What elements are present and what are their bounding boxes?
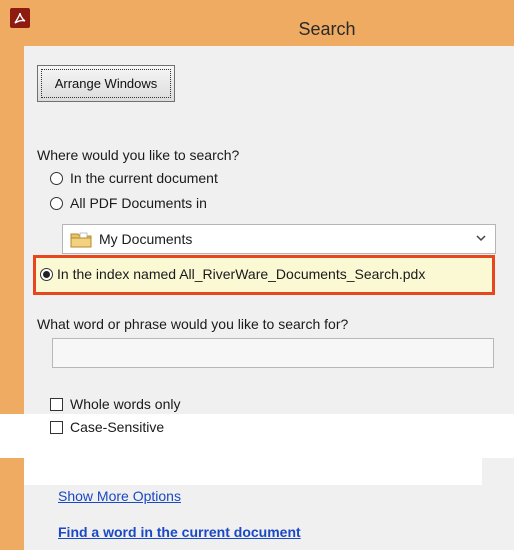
search-location-question: Where would you like to search? — [37, 147, 240, 163]
radio-current-document[interactable] — [50, 172, 63, 185]
folder-select-value: My Documents — [99, 231, 193, 247]
whole-words-checkbox[interactable] — [50, 398, 63, 411]
case-sensitive-label: Case-Sensitive — [70, 419, 165, 435]
screenshot-gap — [0, 438, 514, 458]
find-in-document-link[interactable]: Find a word in the current document — [58, 524, 301, 540]
search-phrase-input[interactable] — [52, 338, 494, 368]
folder-icon — [70, 232, 92, 248]
radio-index-label: In the index named All_RiverWare_Documen… — [57, 266, 426, 282]
radio-index[interactable] — [40, 268, 53, 281]
arrange-windows-button[interactable]: Arrange Windows — [37, 65, 175, 102]
search-phrase-question: What word or phrase would you like to se… — [37, 316, 349, 332]
radio-all-pdf-documents[interactable] — [50, 197, 63, 210]
window-title: Search — [298, 19, 356, 39]
show-more-options-link[interactable]: Show More Options — [58, 488, 181, 504]
panel-divider — [24, 458, 482, 485]
chevron-down-icon — [476, 235, 486, 242]
folder-select[interactable]: My Documents — [62, 224, 496, 254]
radio-current-document-label: In the current document — [70, 170, 218, 186]
window-frame-left — [0, 56, 24, 414]
whole-words-label: Whole words only — [70, 396, 181, 412]
radio-all-pdf-documents-label: All PDF Documents in — [70, 195, 207, 211]
case-sensitive-checkbox[interactable] — [50, 421, 63, 434]
